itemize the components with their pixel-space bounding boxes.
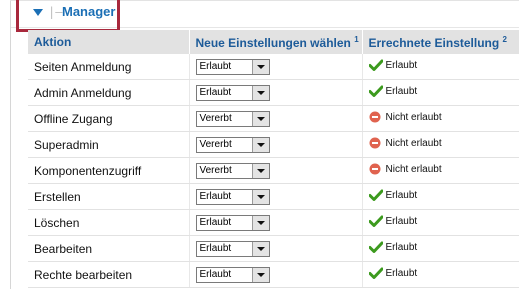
setting-cell: Erlaubt: [188, 209, 362, 236]
permissions-panel: |— Manager Aktion Neue Einstellungen wäh…: [0, 0, 519, 289]
permission-select-value: Erlaubt: [199, 86, 232, 98]
permission-select[interactable]: Vererbt: [195, 110, 270, 127]
panel-border-left: [10, 0, 11, 289]
column-header-action: Aktion: [28, 30, 189, 54]
calculated-setting: Erlaubt: [368, 267, 418, 279]
calculated-setting: Erlaubt: [368, 59, 418, 71]
calculated-setting-label: Erlaubt: [385, 267, 418, 279]
chevron-down-icon[interactable]: [251, 111, 269, 126]
calculated-setting-label: Erlaubt: [385, 59, 418, 71]
calculated-setting: Erlaubt: [368, 215, 418, 227]
calculated-setting-label: Nicht erlaubt: [385, 137, 442, 149]
setting-cell: Erlaubt: [188, 261, 362, 288]
chevron-down-icon[interactable]: [251, 59, 269, 74]
calculated-setting: Erlaubt: [368, 85, 418, 97]
action-label: Offline Zugang: [28, 105, 189, 132]
calculated-setting-label: Erlaubt: [385, 189, 418, 201]
calculated-setting-label: Erlaubt: [385, 85, 418, 97]
table-row: Offline Zugang Vererbt Nicht erlaubt: [28, 105, 519, 132]
table-row: Rechte bearbeiten Erlaubt Erlaubt: [28, 261, 519, 288]
setting-cell: Vererbt: [188, 157, 362, 184]
action-label: Erstellen: [28, 183, 189, 210]
table-row: Superadmin Vererbt Nicht erlaubt: [28, 131, 519, 158]
chevron-down-icon[interactable]: [251, 189, 269, 204]
action-label: Rechte bearbeiten: [28, 261, 189, 288]
check-icon: [368, 215, 383, 227]
setting-cell: Vererbt: [188, 105, 362, 132]
permission-select-value: Erlaubt: [199, 190, 232, 202]
calculated-setting: Erlaubt: [368, 189, 418, 201]
calculated-setting: Nicht erlaubt: [369, 111, 442, 123]
chevron-down-icon[interactable]: [251, 137, 269, 152]
column-header-new-setting: Neue Einstellungen wählen 1: [188, 30, 362, 54]
chevron-down-icon[interactable]: [251, 267, 269, 282]
permission-select-value: Erlaubt: [199, 60, 232, 72]
calculated-setting: Erlaubt: [368, 241, 418, 253]
action-label: Seiten Anmeldung: [28, 54, 189, 80]
setting-cell: Vererbt: [188, 131, 362, 158]
permission-select[interactable]: Erlaubt: [195, 84, 270, 101]
action-label: Admin Anmeldung: [28, 79, 189, 106]
table-header-row: Aktion Neue Einstellungen wählen 1 Errec…: [28, 30, 519, 54]
action-label: Löschen: [28, 209, 189, 236]
setting-cell: Erlaubt: [188, 54, 362, 80]
result-cell: Nicht erlaubt: [361, 131, 519, 158]
check-icon: [368, 59, 383, 71]
permission-select[interactable]: Erlaubt: [195, 214, 270, 231]
result-cell: Erlaubt: [361, 261, 519, 288]
minus-circle-icon: [369, 137, 383, 149]
table-row: Komponentenzugriff Vererbt Nicht erlaubt: [28, 157, 519, 184]
chevron-down-icon[interactable]: [251, 85, 269, 100]
table-row: Löschen Erlaubt Erlaubt: [28, 209, 519, 236]
minus-circle-icon: [369, 163, 383, 175]
permission-select[interactable]: Erlaubt: [195, 58, 270, 75]
column-header-calculated: Errechnete Einstellung 2: [361, 30, 519, 54]
permission-select-value: Vererbt: [199, 112, 232, 124]
chevron-down-icon[interactable]: [251, 215, 269, 230]
table-row: Erstellen Erlaubt Erlaubt: [28, 183, 519, 210]
permission-select[interactable]: Erlaubt: [195, 188, 270, 205]
chevron-down-icon[interactable]: [251, 241, 269, 256]
result-cell: Erlaubt: [361, 183, 519, 210]
result-cell: Erlaubt: [361, 79, 519, 106]
result-cell: Erlaubt: [361, 235, 519, 262]
highlight-frame: [16, 0, 120, 32]
permission-select-value: Erlaubt: [199, 242, 232, 254]
setting-cell: Erlaubt: [188, 79, 362, 106]
chevron-down-icon[interactable]: [251, 163, 269, 178]
permission-select-value: Erlaubt: [199, 268, 232, 280]
result-cell: Erlaubt: [361, 209, 519, 236]
permission-select-value: Erlaubt: [199, 216, 232, 228]
permission-select[interactable]: Erlaubt: [195, 266, 270, 283]
calculated-setting: Nicht erlaubt: [369, 137, 442, 149]
result-cell: Nicht erlaubt: [361, 157, 519, 184]
calculated-setting: Nicht erlaubt: [369, 163, 442, 175]
check-icon: [368, 241, 383, 253]
calculated-setting-label: Nicht erlaubt: [385, 111, 442, 123]
permission-select-value: Vererbt: [199, 138, 232, 150]
table-row: Admin Anmeldung Erlaubt Erlaubt: [28, 79, 519, 106]
result-cell: Nicht erlaubt: [361, 105, 519, 132]
calculated-setting-label: Erlaubt: [385, 215, 418, 227]
check-icon: [368, 189, 383, 201]
permission-select-value: Vererbt: [199, 164, 232, 176]
permission-select[interactable]: Vererbt: [195, 136, 270, 153]
action-label: Bearbeiten: [28, 235, 189, 262]
minus-circle-icon: [369, 111, 383, 123]
calculated-setting-label: Nicht erlaubt: [385, 163, 442, 175]
setting-cell: Erlaubt: [188, 235, 362, 262]
check-icon: [368, 267, 383, 279]
table-row: Bearbeiten Erlaubt Erlaubt: [28, 235, 519, 262]
permissions-table: Aktion Neue Einstellungen wählen 1 Errec…: [28, 30, 519, 288]
action-label: Superadmin: [28, 131, 189, 158]
setting-cell: Erlaubt: [188, 183, 362, 210]
result-cell: Erlaubt: [361, 54, 519, 80]
action-label: Komponentenzugriff: [28, 157, 189, 184]
permission-select[interactable]: Erlaubt: [195, 240, 270, 257]
table-row: Seiten Anmeldung Erlaubt Erlaubt: [28, 54, 519, 80]
permission-select[interactable]: Vererbt: [195, 162, 270, 179]
calculated-setting-label: Erlaubt: [385, 241, 418, 253]
check-icon: [368, 85, 383, 97]
